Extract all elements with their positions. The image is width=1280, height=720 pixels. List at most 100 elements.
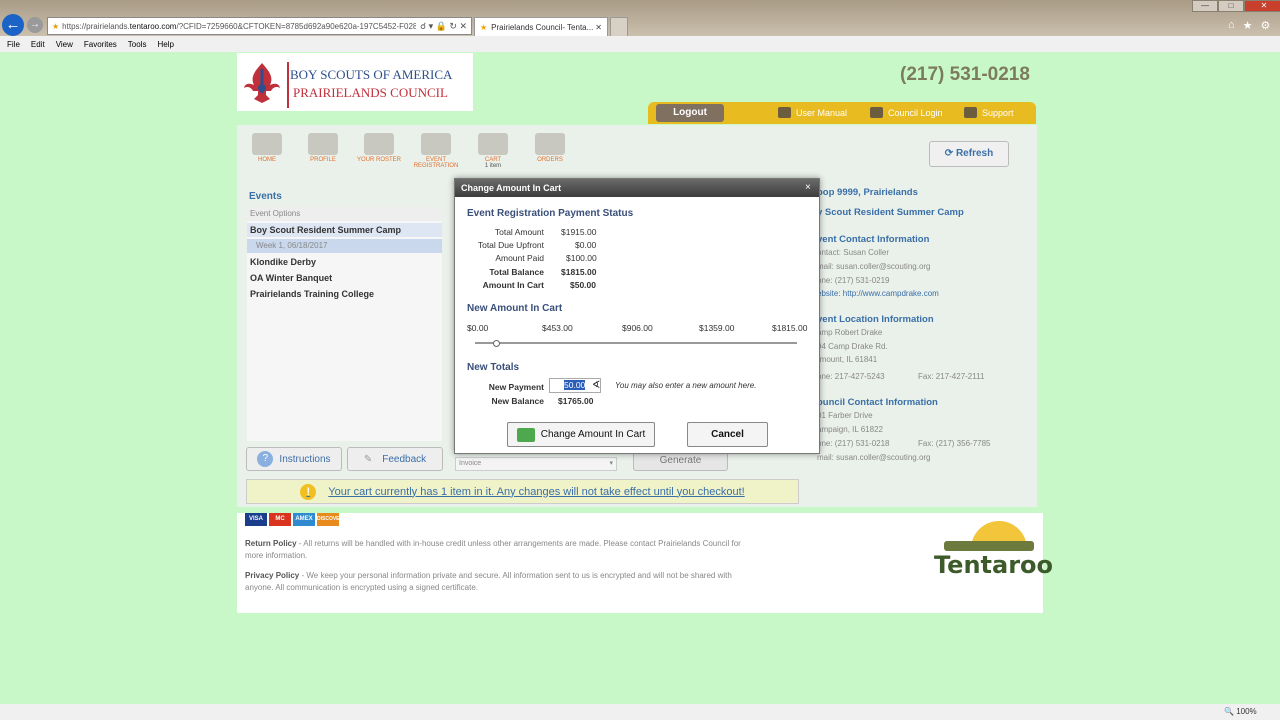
slider-tick-2: $906.00 [622,323,653,333]
feedback-button[interactable]: ✎ Feedback [347,447,443,471]
favicon-icon: ★ [480,22,488,32]
event-subitem-week1[interactable]: Week 1, 06/18/2017 [247,239,442,253]
menu-favorites[interactable]: Favorites [84,40,117,49]
book-icon [778,107,791,118]
toolbar-orders[interactable]: ORDERS [526,133,574,163]
invoice-select[interactable]: Invoice ▾ [455,457,617,471]
fleur-de-lis-icon [244,63,280,103]
council-contact-title: ouncil Contact Information [817,397,938,408]
total-balance-value: $1815.00 [561,267,597,277]
page-icon: ★ [52,21,60,31]
orders-icon [535,133,565,155]
text-cursor-icon: ∢ [592,380,601,391]
event-name: y Scout Resident Summer Camp [817,207,964,218]
footer: VISA MC AMEX DISCOVER Return Policy - Al… [237,513,1053,613]
amount-paid-label: Amount Paid [495,253,544,263]
home-icon [252,133,282,155]
events-title: Events [249,191,282,202]
privacy-policy: Privacy Policy - We keep your personal i… [245,571,732,592]
council-city: ampaign, IL 61822 [817,425,883,434]
event-item-summer-camp[interactable]: Boy Scout Resident Summer Camp [247,223,442,237]
slider-tick-3: $1359.00 [699,323,735,333]
total-amount-label: Total Amount [494,227,544,237]
help-icon: ? [257,451,274,467]
change-amount-button[interactable]: Change Amount In Cart [507,422,655,447]
toolbar-profile[interactable]: PROFILE [299,133,347,163]
toolbar-cart[interactable]: CART 1 item [469,133,517,169]
home-icon[interactable]: ⌂ [1228,19,1235,32]
zoom-icon: 🔍 [1224,707,1234,716]
settings-gear-icon[interactable]: ⚙ [1261,19,1271,32]
menu-edit[interactable]: Edit [31,40,45,49]
new-amount-title: New Amount In Cart [467,303,563,314]
forward-arrow-icon[interactable]: → [27,17,43,33]
menu-view[interactable]: View [56,40,73,49]
toolbar-event-registration[interactable]: EVENT REGISTRATION [412,133,460,169]
tab-close-icon[interactable]: ✕ [595,23,602,32]
contact-phone: one: (217) 531-0219 [817,276,890,285]
troop-name: oop 9999, Prairielands [817,187,918,198]
zoom-level[interactable]: 🔍 100% [1224,707,1257,716]
restore-icon[interactable]: □ [1218,0,1244,12]
event-item-oa-winter-banquet[interactable]: OA Winter Banquet [247,271,442,285]
money-icon [516,427,535,442]
back-arrow-icon[interactable]: ← [2,14,24,36]
amount-paid-value: $100.00 [566,253,597,263]
wrench-icon [964,107,977,118]
menu-tools[interactable]: Tools [128,40,147,49]
location-name: amp Robert Drake [817,328,883,337]
address-bar[interactable]: ★ https://prairielands.tentaroo.com/?CFI… [47,17,472,35]
contact-title: vent Contact Information [817,234,930,245]
discover-icon: DISCOVER [317,513,343,526]
amount-in-cart-value: $50.00 [570,280,596,290]
refresh-button[interactable]: ⟳ Refresh [929,141,1009,167]
event-item-klondike-derby[interactable]: Klondike Derby [247,255,442,269]
payment-hint: You may also enter a new amount here. [615,381,757,390]
menu-file[interactable]: File [7,40,20,49]
pencil-icon: ✎ [363,453,373,465]
menu-help[interactable]: Help [157,40,173,49]
total-balance-label: Total Balance [489,267,544,277]
browser-right-icons: ⌂ ★ ⚙ [1228,19,1270,32]
generate-button[interactable]: Generate [633,451,728,471]
cart-notice[interactable]: ! Your cart currently has 1 item in it. A… [246,479,799,504]
location-address: 94 Camp Drake Rd. [817,342,888,351]
logo-band [944,541,1034,551]
user-manual-link[interactable]: User Manual [778,107,847,118]
top-nav-bar: Logout User Manual Council Login Support [648,102,1036,124]
bsa-logo[interactable]: BOY SCOUTS OF AMERICA PRAIRIELANDS COUNC… [237,53,473,111]
new-totals-title: New Totals [467,362,520,373]
address-tools-icon[interactable]: ☌ ▾ 🔒 ↻ ✕ [420,21,467,32]
cancel-button[interactable]: Cancel [687,422,768,447]
toolbar-home[interactable]: HOME [243,133,291,163]
support-link[interactable]: Support [964,107,1014,118]
event-website-link[interactable]: ebsite: http://www.campdrake.com [817,289,939,298]
payment-cards: VISA MC AMEX DISCOVER [245,513,343,526]
event-item-training-college[interactable]: Prairielands Training College [247,287,442,301]
location-phone: one: 217-427-5243 [817,372,885,381]
total-due-upfront-value: $0.00 [575,240,597,250]
logout-button[interactable]: Logout [656,104,724,122]
favorites-star-icon[interactable]: ★ [1243,19,1253,32]
council-login-link[interactable]: Council Login [870,107,943,118]
warning-icon: ! [300,483,317,500]
event-options-label: Event Options [247,207,442,221]
amount-slider-track[interactable] [475,342,797,344]
total-amount-value: $1915.00 [561,227,597,237]
new-tab-button[interactable] [610,17,628,36]
instructions-button[interactable]: ? Instructions [246,447,342,471]
close-window-icon[interactable]: ✕ [1244,0,1280,12]
org-name-line2: PRAIRIELANDS COUNCIL [293,85,448,100]
tentaroo-logo[interactable]: Tentaroo [934,551,1053,579]
refresh-icon: ⟳ [944,148,954,159]
browser-tab[interactable]: ★ Prairielands Council- Tenta... ✕ [474,17,608,36]
amount-slider-handle[interactable] [493,340,500,347]
location-fax: Fax: 217-427-2111 [918,372,985,381]
amex-icon: AMEX [293,513,315,526]
slider-tick-0: $0.00 [467,323,489,333]
modal-close-icon[interactable]: × [805,182,811,193]
amount-in-cart-label: Amount In Cart [482,280,544,290]
council-fax: Fax: (217) 356-7785 [918,439,991,448]
minimize-icon[interactable]: — [1192,0,1218,12]
toolbar-roster[interactable]: YOUR ROSTER [355,133,403,163]
